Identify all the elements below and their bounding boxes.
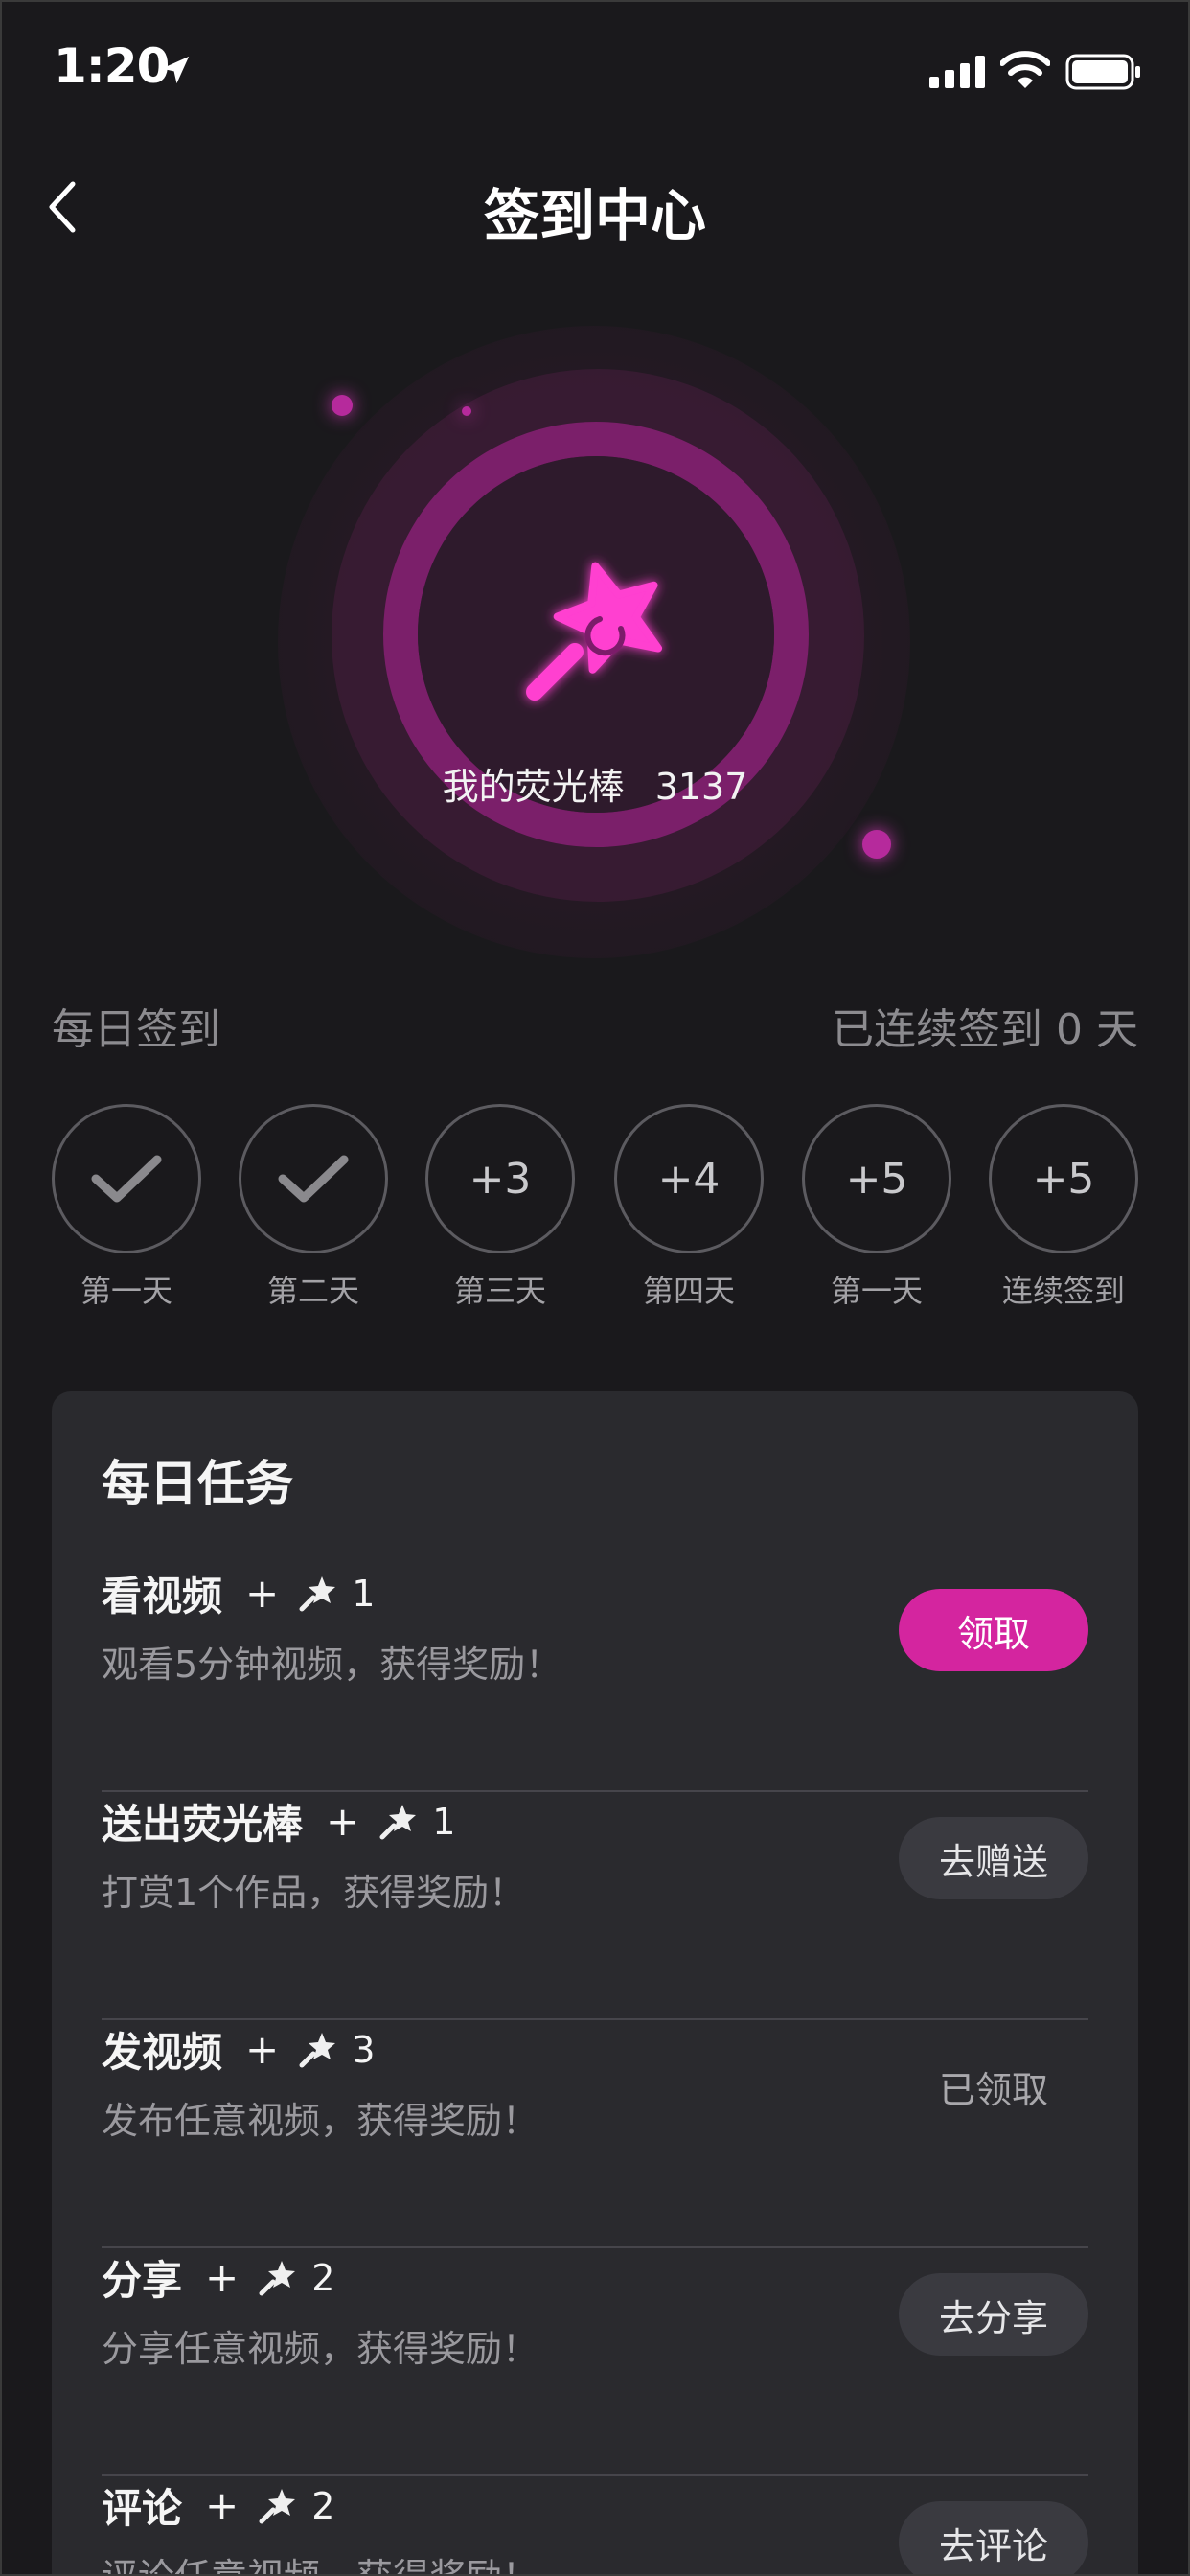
day-label: 第四天 (642, 1273, 735, 1309)
day-reward-value[interactable]: +5 (989, 1104, 1138, 1254)
task-reward: 1 (352, 1572, 376, 1615)
task-title: 评论 (102, 2485, 183, 2532)
glowstick-icon (259, 2260, 296, 2295)
checkin-day[interactable]: +5 连续签到 (989, 1104, 1138, 1315)
day-reward-value[interactable]: +5 (802, 1104, 951, 1254)
task-description: 观看5分钟视频，获得奖励！ (102, 1644, 562, 1686)
checkmark-icon (91, 1155, 162, 1203)
checkin-day[interactable]: 第一天 (52, 1104, 201, 1315)
task-row: 看视频 + 1 观看5分钟视频，获得奖励！ 领取 (102, 1564, 1088, 1792)
task-plus: + (245, 2026, 280, 2073)
glowstick-icon (299, 2032, 336, 2067)
day-circle[interactable] (52, 1104, 201, 1254)
task-title-row: 送出荧光棒 + 1 (102, 1792, 455, 1851)
day-label: 第三天 (453, 1273, 546, 1309)
day-reward-value[interactable]: +4 (614, 1104, 764, 1254)
checkin-day[interactable]: +5 第一天 (802, 1104, 951, 1315)
claimed-status: 已领取 (938, 2068, 1048, 2111)
status-time: 1:20 (54, 38, 170, 94)
task-row: 分享 + 2 分享任意视频，获得奖励！ 去分享 (102, 2248, 1088, 2476)
glowstick-count: 3137 (654, 766, 748, 808)
task-row: 评论 + 2 评论任意视频，获得奖励！ 去评论 (102, 2476, 1088, 2576)
daily-tasks-card: 每日任务 看视频 + 1 观看5分钟视频，获得奖励！ 领取 送出荧光棒 + 1 … (52, 1392, 1138, 2576)
task-row: 发视频 + 3 发布任意视频，获得奖励！ 已领取 (102, 2020, 1088, 2248)
checkin-days: 第一天 第二天 +3 第三天 +4 第四天 +5 第一天 +5 连续签到 (52, 1104, 1138, 1315)
task-reward: 3 (352, 2028, 376, 2071)
task-description: 评论任意视频，获得奖励！ (102, 2547, 538, 2576)
task-title-row: 看视频 + 1 (102, 1564, 375, 1622)
task-description: 分享任意视频，获得奖励！ (102, 2328, 539, 2370)
send-gift-button[interactable]: 去赠送 (899, 1817, 1088, 1899)
task-reward: 2 (311, 2256, 335, 2299)
checkin-day[interactable]: 第二天 (239, 1104, 388, 1315)
status-bar: 1:20 (0, 0, 1190, 134)
share-button[interactable]: 去分享 (899, 2273, 1088, 2356)
day-label: 连续签到 (1001, 1273, 1125, 1309)
task-title-row: 评论 + 2 (102, 2476, 334, 2535)
task-reward: 2 (311, 2484, 335, 2527)
glowstick-icon (299, 1576, 336, 1611)
task-plus: + (205, 2482, 240, 2529)
task-plus: + (245, 1570, 280, 1617)
daily-checkin-title: 每日签到 (52, 1005, 220, 1054)
task-description: 打赏1个作品，获得奖励！ (102, 1872, 526, 1914)
glowstick-label: 我的荧光棒 (442, 766, 625, 808)
day-label: 第一天 (80, 1273, 172, 1309)
page-title: 签到中心 (483, 183, 706, 248)
checkmark-icon (278, 1155, 349, 1203)
daily-tasks-title: 每日任务 (102, 1456, 293, 1511)
glow-dot (462, 406, 471, 416)
task-title-row: 发视频 + 3 (102, 2020, 375, 2079)
task-plus: + (205, 2254, 240, 2301)
task-reward: 1 (432, 1800, 456, 1843)
daily-checkin-header: 每日签到 已连续签到 0 天 (52, 995, 1138, 1054)
wifi-icon (1000, 51, 1050, 88)
glowstick-wand-icon (526, 562, 663, 701)
day-reward-value[interactable]: +3 (425, 1104, 575, 1254)
glowstick-balance: 我的荧光棒 3137 (0, 757, 1190, 810)
task-row: 送出荧光棒 + 1 打赏1个作品，获得奖励！ 去赠送 (102, 1792, 1088, 2020)
cellular-signal-icon (929, 56, 985, 88)
day-label: 第二天 (266, 1273, 359, 1309)
task-description: 发布任意视频，获得奖励！ (102, 2100, 539, 2142)
comment-button[interactable]: 去评论 (899, 2501, 1088, 2576)
location-arrow-icon (161, 56, 190, 84)
task-plus: + (326, 1798, 360, 1845)
task-title: 发视频 (102, 2029, 223, 2076)
glow-dot (332, 395, 353, 416)
battery-icon (1065, 54, 1140, 90)
glow-dot (862, 830, 891, 859)
glowstick-icon (379, 1804, 417, 1839)
glowstick-hero: 我的荧光棒 3137 (0, 288, 1190, 958)
day-circle[interactable] (239, 1104, 388, 1254)
checkin-day[interactable]: +3 第三天 (425, 1104, 575, 1315)
checkin-day[interactable]: +4 第四天 (614, 1104, 764, 1315)
task-title: 送出荧光棒 (102, 1801, 304, 1848)
task-title-row: 分享 + 2 (102, 2248, 334, 2307)
day-label: 第一天 (830, 1273, 923, 1309)
claim-button[interactable]: 领取 (899, 1589, 1088, 1671)
checkin-streak-text: 已连续签到 0 天 (832, 1005, 1138, 1054)
task-title: 看视频 (102, 1573, 223, 1620)
glowstick-icon (259, 2488, 296, 2523)
task-title: 分享 (102, 2257, 183, 2304)
